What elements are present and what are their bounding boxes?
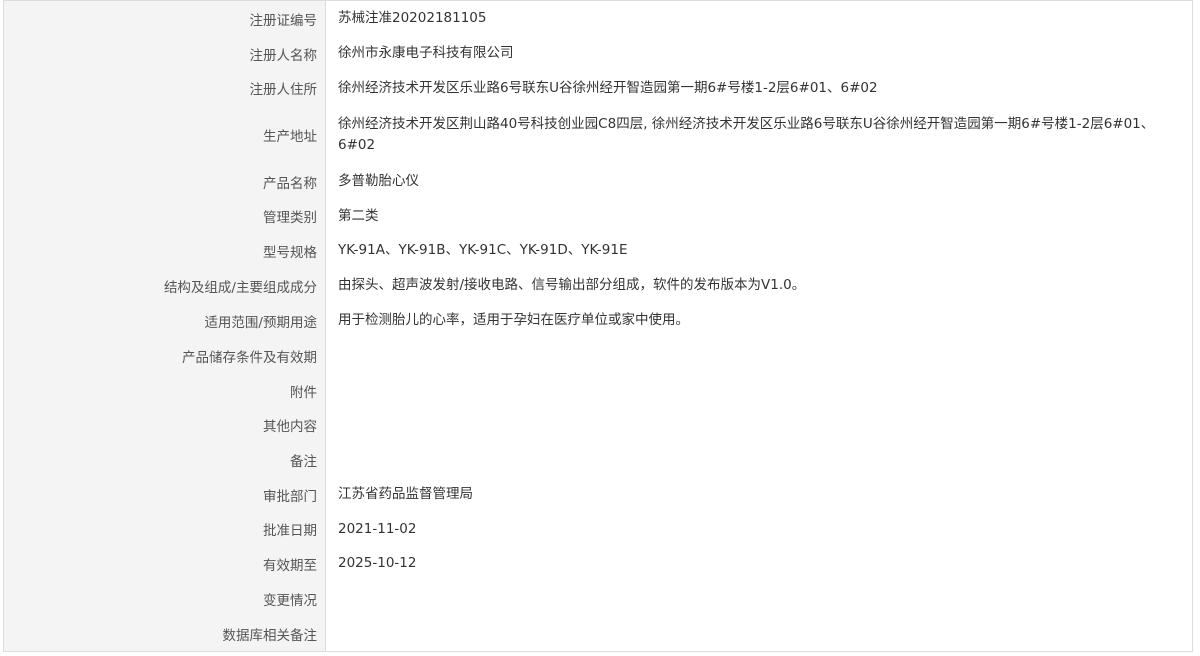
row-registrant-address: 注册人住所 徐州经济技术开发区乐业路6号联东U谷徐州经开智造园第一期6#号楼1-…: [3, 71, 1193, 106]
field-value: [326, 373, 1192, 408]
field-label: 管理类别: [4, 199, 326, 233]
field-label: 注册人住所: [4, 71, 326, 105]
field-value: [326, 616, 1192, 651]
field-value: [326, 442, 1192, 477]
row-management-category: 管理类别 第二类: [3, 199, 1193, 234]
field-label: 生产地址: [4, 105, 326, 164]
row-intended-use: 适用范围/预期用途 用于检测胎儿的心率，适用于孕妇在医疗单位或家中使用。: [3, 303, 1193, 339]
field-label: 数据库相关备注: [4, 616, 326, 651]
row-registrant-name: 注册人名称 徐州市永康电子科技有限公司: [3, 36, 1193, 72]
field-value: 由探头、超声波发射/接收电路、信号输出部分组成，软件的发布版本为V1.0。: [326, 268, 1192, 303]
row-remarks: 备注: [3, 442, 1193, 478]
field-value: [326, 408, 1192, 442]
field-label: 型号规格: [4, 233, 326, 268]
row-product-name: 产品名称 多普勒胎心仪: [3, 164, 1193, 200]
field-label: 有效期至: [4, 546, 326, 581]
field-value: 徐州经济技术开发区荆山路40号科技创业园C8四层, 徐州经济技术开发区乐业路6号…: [326, 105, 1192, 164]
row-database-remarks: 数据库相关备注: [3, 616, 1193, 652]
field-value: YK-91A、YK-91B、YK-91C、YK-91D、YK-91E: [326, 233, 1192, 268]
field-label: 变更情况: [4, 581, 326, 616]
row-attachments: 附件: [3, 373, 1193, 409]
field-label: 附件: [4, 373, 326, 408]
field-value: 用于检测胎儿的心率，适用于孕妇在医疗单位或家中使用。: [326, 303, 1192, 338]
row-structure-composition: 结构及组成/主要组成成分 由探头、超声波发射/接收电路、信号输出部分组成，软件的…: [3, 268, 1193, 304]
field-label: 注册证编号: [4, 1, 326, 36]
row-change-history: 变更情况: [3, 581, 1193, 617]
field-label: 其他内容: [4, 408, 326, 442]
row-production-address: 生产地址 徐州经济技术开发区荆山路40号科技创业园C8四层, 徐州经济技术开发区…: [3, 105, 1193, 165]
field-label: 审批部门: [4, 477, 326, 512]
row-valid-until: 有效期至 2025-10-12: [3, 546, 1193, 582]
field-label: 备注: [4, 442, 326, 477]
field-label: 产品名称: [4, 164, 326, 199]
field-value: 第二类: [326, 199, 1192, 233]
field-value: 苏械注准20202181105: [326, 1, 1192, 36]
row-model-spec: 型号规格 YK-91A、YK-91B、YK-91C、YK-91D、YK-91E: [3, 233, 1193, 269]
field-value: 徐州市永康电子科技有限公司: [326, 36, 1192, 71]
field-label: 结构及组成/主要组成成分: [4, 268, 326, 303]
row-registration-number: 注册证编号 苏械注准20202181105: [3, 0, 1193, 37]
row-approval-date: 批准日期 2021-11-02: [3, 512, 1193, 547]
field-label: 适用范围/预期用途: [4, 303, 326, 338]
field-value: 多普勒胎心仪: [326, 164, 1192, 199]
row-other-content: 其他内容: [3, 408, 1193, 443]
field-value: 2025-10-12: [326, 546, 1192, 581]
field-label: 批准日期: [4, 512, 326, 546]
field-value: 2021-11-02: [326, 512, 1192, 546]
field-label: 注册人名称: [4, 36, 326, 71]
field-value: [326, 338, 1192, 373]
row-approval-department: 审批部门 江苏省药品监督管理局: [3, 477, 1193, 513]
field-label: 产品储存条件及有效期: [4, 338, 326, 373]
field-value: [326, 581, 1192, 616]
row-storage-validity: 产品储存条件及有效期: [3, 338, 1193, 374]
field-value: 徐州经济技术开发区乐业路6号联东U谷徐州经开智造园第一期6#号楼1-2层6#01…: [326, 71, 1192, 105]
field-value: 江苏省药品监督管理局: [326, 477, 1192, 512]
